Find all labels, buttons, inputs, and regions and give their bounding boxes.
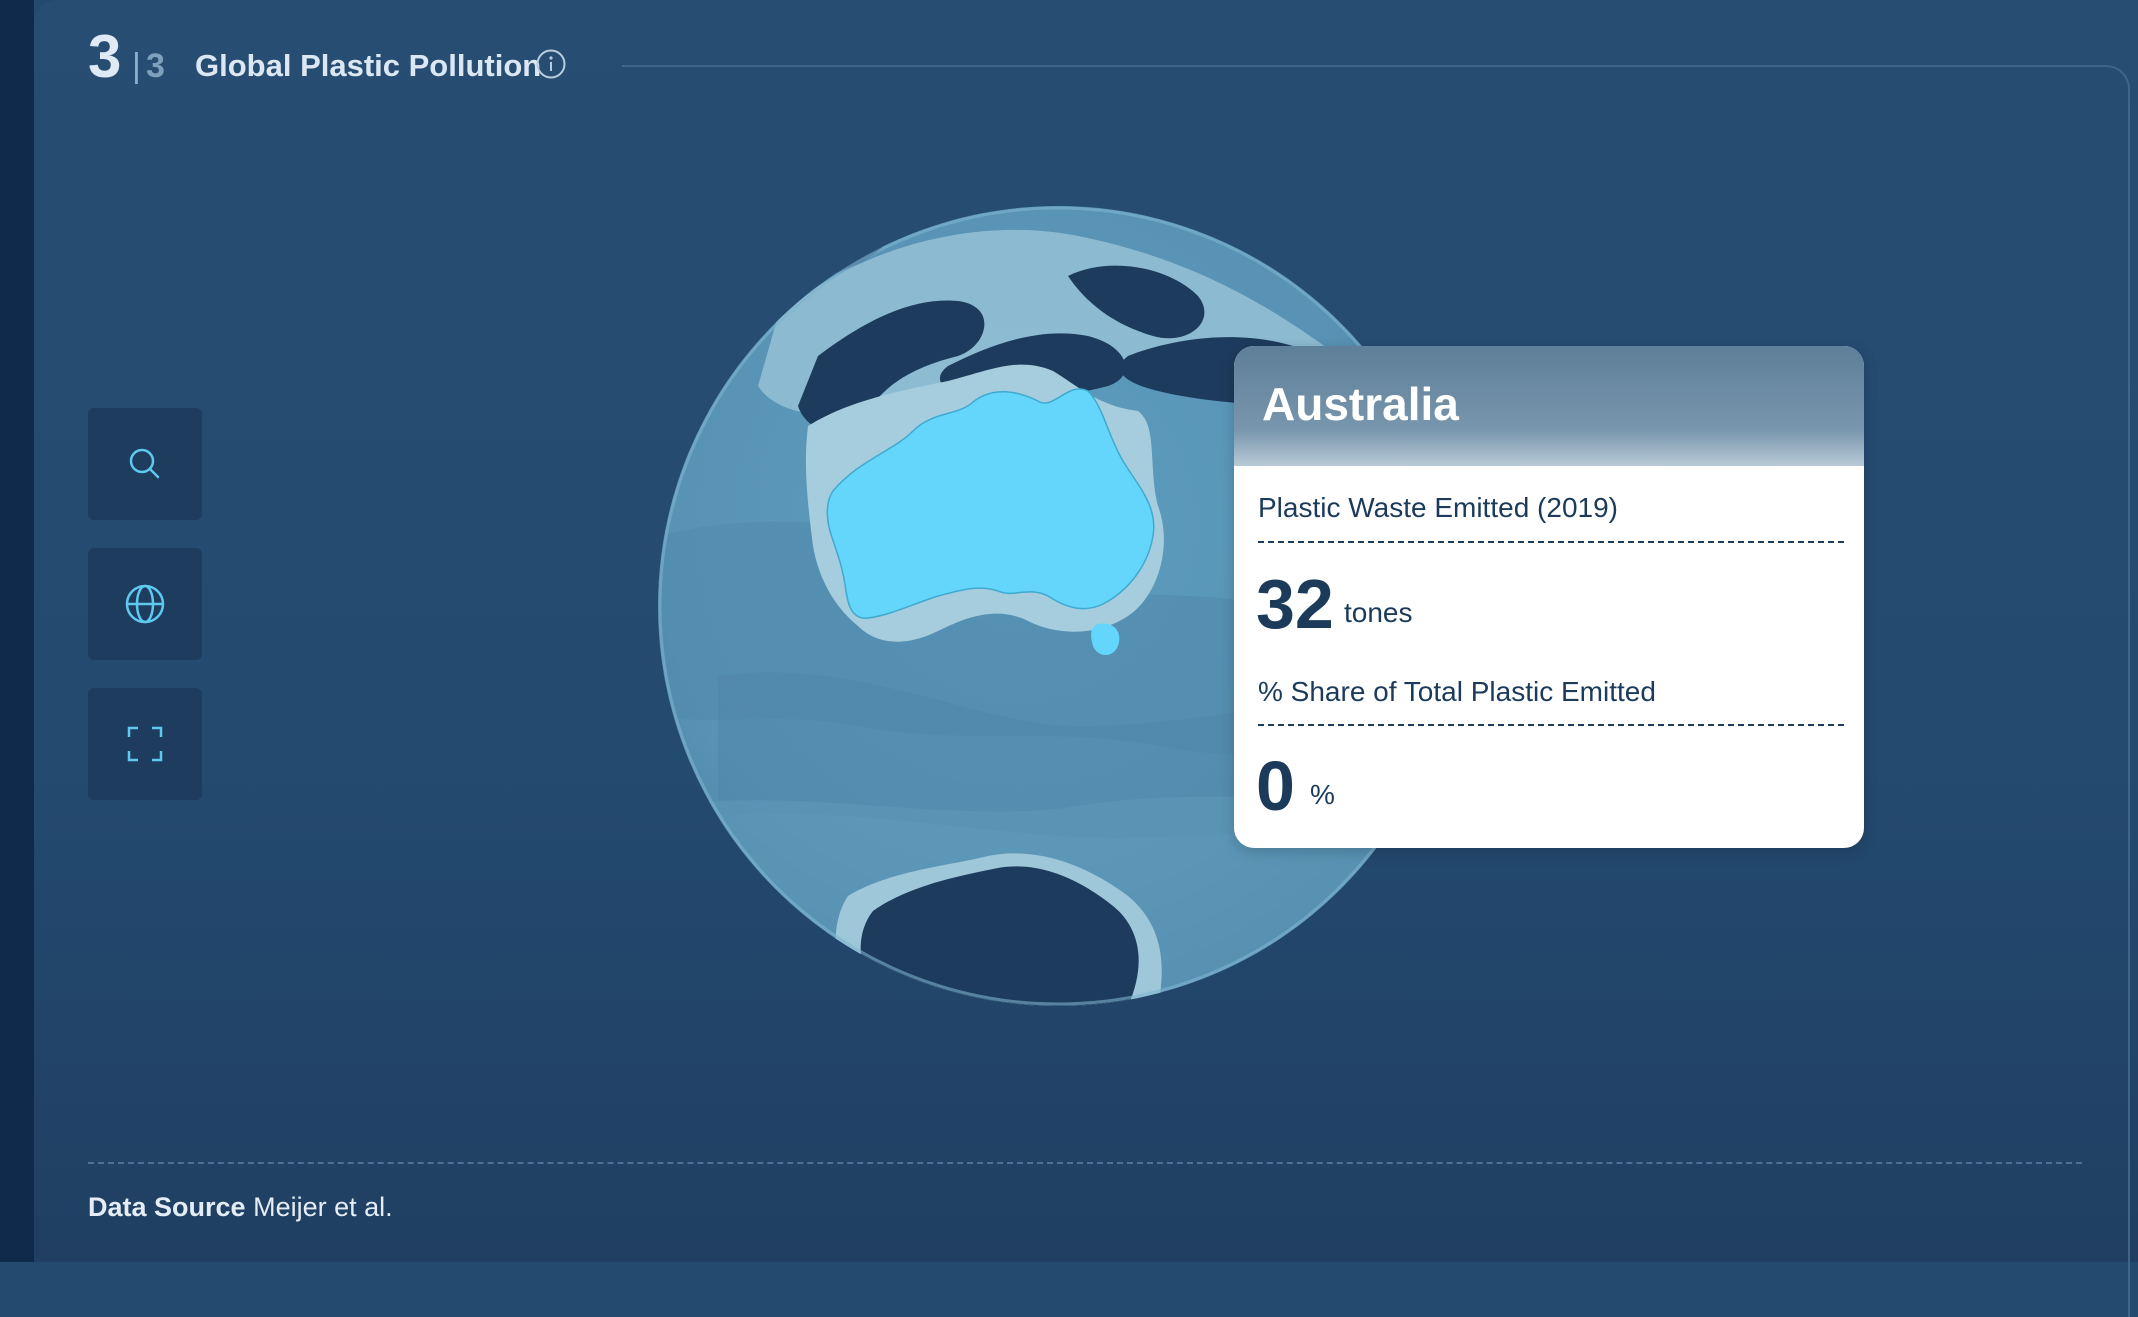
step-separator: |: [132, 47, 141, 85]
footer-divider: [88, 1162, 2082, 1164]
data-source-value: Meijer et al.: [253, 1192, 393, 1222]
metric-value-share: 0: [1256, 747, 1295, 825]
data-source: Data Source Meijer et al.: [88, 1190, 393, 1224]
search-icon: [129, 448, 160, 479]
fullscreen-icon: [127, 726, 163, 762]
globe-button[interactable]: [88, 548, 202, 660]
metric-unit-emitted: tones: [1344, 597, 1413, 628]
app-sidebar-edge: [0, 0, 34, 1262]
metric-label-emitted: Plastic Waste Emitted (2019): [1258, 492, 1618, 523]
metric-unit-share: %: [1310, 779, 1335, 810]
globe-icon: [125, 584, 165, 624]
metric-value-emitted: 32: [1256, 565, 1334, 643]
metric-divider: [1258, 541, 1844, 543]
tooltip-header: Australia: [1234, 346, 1864, 466]
data-source-label: Data Source: [88, 1192, 246, 1222]
metric-divider: [1258, 724, 1844, 726]
search-button[interactable]: [88, 408, 202, 520]
page-title: Global Plastic Pollution: [195, 48, 542, 83]
tooltip-country-name: Australia: [1262, 378, 1459, 430]
step-total: 3: [146, 47, 165, 85]
step-current: 3: [88, 23, 122, 90]
fullscreen-button[interactable]: [88, 688, 202, 800]
metric-label-share: % Share of Total Plastic Emitted: [1258, 676, 1656, 707]
info-circle-icon[interactable]: [535, 48, 567, 80]
country-tooltip: Australia Plastic Waste Emitted (2019) 3…: [1234, 346, 1864, 848]
